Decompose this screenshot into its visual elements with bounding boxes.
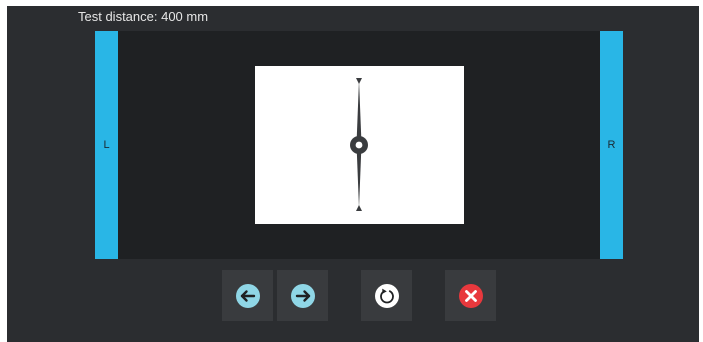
reset-button[interactable] [361, 270, 412, 321]
right-eye-bar: R [600, 31, 623, 259]
arrow-right-icon [290, 283, 315, 308]
close-button[interactable] [445, 270, 496, 321]
move-right-button[interactable] [277, 270, 328, 321]
left-eye-bar: L [95, 31, 118, 259]
arrow-left-icon [235, 283, 260, 308]
vertical-needle-icon [350, 78, 368, 211]
close-icon [458, 283, 483, 308]
test-card [255, 66, 464, 224]
test-distance-label: Test distance: 400 mm [78, 9, 209, 24]
move-left-button[interactable] [222, 270, 273, 321]
left-eye-label: L [103, 139, 110, 151]
right-eye-label: R [607, 139, 616, 151]
reset-icon [374, 283, 399, 308]
